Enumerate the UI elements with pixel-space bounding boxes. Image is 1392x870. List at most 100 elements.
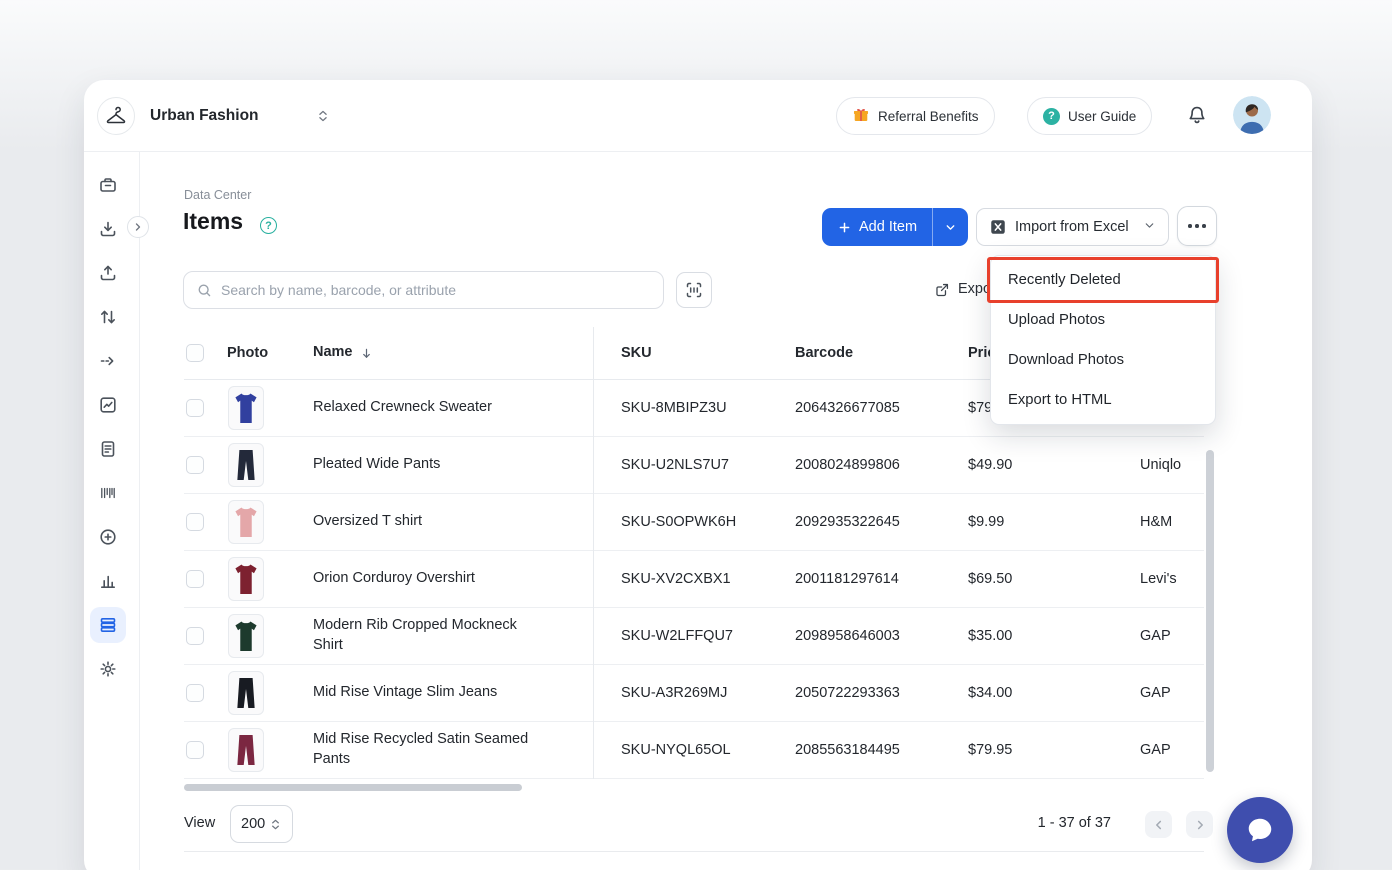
table-row[interactable]: Pleated Wide PantsSKU-U2NLS7U72008024899… [184,437,1204,494]
item-sku: SKU-U2NLS7U7 [621,437,729,493]
menu-item-export-to-html[interactable]: Export to HTML [991,380,1215,420]
import-from-excel-label: Import from Excel [1015,219,1129,235]
user-guide-button[interactable]: ? User Guide [1027,97,1152,135]
help-icon[interactable]: ? [260,217,277,234]
pagination-next-button[interactable] [1186,811,1213,838]
workspace-name[interactable]: Urban Fashion [150,80,259,152]
item-price: $79 [968,380,992,436]
sidebar-item-storage-bin-icon[interactable] [90,167,126,203]
workspace-switcher-icon[interactable] [316,109,330,123]
page-size-select[interactable]: 200 [230,805,293,843]
add-item-dropdown-button[interactable] [932,208,968,246]
sidebar-item-analytics-icon[interactable] [90,563,126,599]
sidebar-item-settings-gear-icon[interactable] [90,651,126,687]
item-sku: SKU-8MBIPZ3U [621,380,727,436]
user-guide-label: User Guide [1068,109,1136,124]
item-barcode: 2092935322645 [795,494,900,550]
item-price: $9.99 [968,494,1004,550]
item-barcode: 2064326677085 [795,380,900,436]
item-name: Mid Rise Recycled Satin Seamed Pants [313,722,531,778]
sidebar-item-notes-icon[interactable] [90,431,126,467]
item-brand: GAP [1140,722,1171,778]
more-actions-button[interactable] [1177,206,1217,246]
item-barcode: 2050722293363 [795,665,900,721]
item-price: $34.00 [968,665,1012,721]
row-checkbox[interactable] [186,570,204,588]
item-price: $79.95 [968,722,1012,778]
item-photo[interactable] [228,500,264,544]
item-photo[interactable] [228,671,264,715]
table-row[interactable]: Orion Corduroy OvershirtSKU-XV2CXBX12001… [184,551,1204,608]
item-barcode: 2098958646003 [795,608,900,664]
excel-icon [989,218,1007,236]
menu-item-recently-deleted[interactable]: Recently Deleted [991,260,1215,300]
notifications-bell-icon[interactable] [1186,104,1208,126]
sidebar-item-check-in-icon[interactable] [90,211,126,247]
menu-item-upload-photos[interactable]: Upload Photos [991,300,1215,340]
sidebar-item-move-icon[interactable] [90,343,126,379]
item-photo[interactable] [228,728,264,772]
sidebar [84,152,140,870]
page-size-value: 200 [241,816,265,832]
breadcrumb: Data Center [184,188,251,202]
topbar: Urban Fashion Referral Benefits ? User G… [84,80,1312,152]
vertical-scrollbar[interactable] [1206,450,1214,772]
sidebar-item-items-list-icon[interactable] [90,607,126,643]
sort-desc-icon[interactable] [359,346,374,361]
row-checkbox[interactable] [186,684,204,702]
search-bar [183,271,664,309]
chat-widget-button[interactable] [1227,797,1293,863]
user-avatar[interactable] [1233,96,1271,134]
item-photo[interactable] [228,386,264,430]
add-item-label: Add Item [859,219,917,235]
frozen-column-divider [593,327,594,779]
question-mark-icon: ? [1043,108,1060,125]
column-header-photo[interactable]: Photo [227,327,268,379]
row-checkbox[interactable] [186,513,204,531]
item-sku: SKU-NYQL65OL [621,722,731,778]
pagination-prev-button[interactable] [1145,811,1172,838]
column-header-barcode[interactable]: Barcode [795,327,853,379]
referral-benefits-button[interactable]: Referral Benefits [836,97,995,135]
plus-icon [837,220,852,235]
export-icon [934,281,951,298]
sidebar-item-check-out-icon[interactable] [90,255,126,291]
item-barcode: 2001181297614 [795,551,899,607]
sidebar-item-barcode-icon[interactable] [90,475,126,511]
item-photo[interactable] [228,443,264,487]
column-header-sku[interactable]: SKU [621,327,652,379]
row-checkbox[interactable] [186,741,204,759]
row-checkbox[interactable] [186,399,204,417]
barcode-scan-button[interactable] [676,272,712,308]
horizontal-scrollbar[interactable] [184,784,522,791]
sidebar-item-reports-icon[interactable] [90,387,126,423]
table-row[interactable]: Modern Rib Cropped Mockneck Shirt SKU-W2L… [184,608,1204,665]
view-label: View [184,815,215,831]
chevron-down-icon [944,221,957,234]
item-photo[interactable] [228,557,264,601]
import-from-excel-button[interactable]: Import from Excel [976,208,1169,246]
row-checkbox[interactable] [186,456,204,474]
search-input[interactable] [221,282,651,298]
item-photo[interactable] [228,614,264,658]
item-name: Modern Rib Cropped Mockneck Shirt [313,608,531,664]
add-item-button[interactable]: Add Item [822,208,932,246]
items-table-body: Relaxed Crewneck Sweater SKU-8MBIPZ3U 2064… [184,380,1204,779]
item-barcode: 2008024899806 [795,437,900,493]
table-row[interactable]: Mid Rise Recycled Satin Seamed Pants SKU-… [184,722,1204,779]
sidebar-collapse-button[interactable] [127,216,149,238]
column-header-name[interactable]: Name [313,327,531,379]
table-row[interactable]: Oversized T shirtSKU-S0OPWK6H20929353226… [184,494,1204,551]
item-name: Relaxed Crewneck Sweater [313,380,531,436]
item-barcode: 2085563184495 [795,722,900,778]
page-title: Items [183,208,243,235]
menu-item-download-photos[interactable]: Download Photos [991,340,1215,380]
sidebar-item-transfer-icon[interactable] [90,299,126,335]
select-all-checkbox[interactable] [186,344,204,362]
table-row[interactable]: Mid Rise Vintage Slim JeansSKU-A3R269MJ2… [184,665,1204,722]
sidebar-item-add-new-icon[interactable] [90,519,126,555]
item-sku: SKU-W2LFFQU7 [621,608,733,664]
item-brand: GAP [1140,665,1171,721]
workspace-logo-hanger-icon[interactable] [97,97,135,135]
row-checkbox[interactable] [186,627,204,645]
